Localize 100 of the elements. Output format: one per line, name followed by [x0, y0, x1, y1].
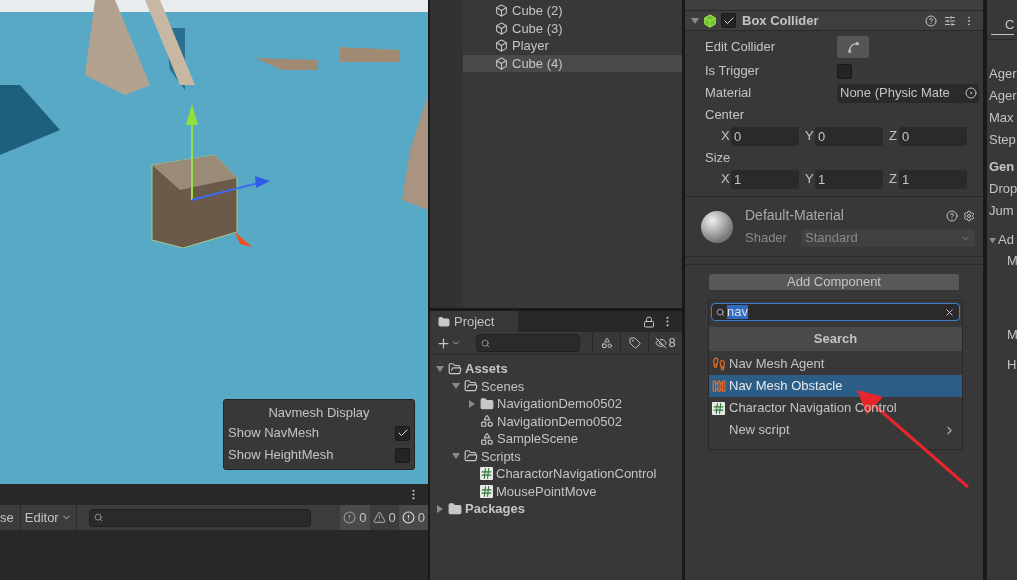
- component-option[interactable]: Nav Mesh Obstacle: [709, 375, 962, 397]
- console-counter[interactable]: 0: [340, 505, 370, 530]
- component-header[interactable]: Box Collider: [685, 11, 983, 31]
- settings-icon[interactable]: [963, 209, 975, 222]
- scene-icon: [480, 414, 494, 429]
- cube-icon: [495, 56, 508, 70]
- component-option[interactable]: Nav Mesh Agent: [709, 353, 962, 375]
- material-name: Default-Material: [745, 206, 844, 226]
- asset-label[interactable]: Scenes: [481, 376, 525, 396]
- expanded-arrow-icon[interactable]: [452, 382, 460, 391]
- asset-label[interactable]: NavigationDemo0502: [497, 411, 623, 431]
- checkbox[interactable]: [721, 13, 736, 28]
- cube-icon: [495, 39, 508, 53]
- field-label: Edit Collider: [705, 38, 777, 57]
- cube-icon: [495, 4, 508, 18]
- folder-icon: [464, 379, 478, 394]
- asset-label[interactable]: SampleScene: [497, 429, 578, 449]
- barrier-icon: [712, 379, 726, 393]
- search-field[interactable]: [88, 508, 311, 527]
- help-icon[interactable]: [946, 209, 958, 222]
- add-component-button[interactable]: Add Component: [709, 274, 959, 290]
- field-label: Center: [705, 105, 746, 124]
- expanded-arrow-icon[interactable]: [452, 452, 460, 461]
- axis-label: X: [721, 170, 729, 189]
- material-sphere-preview: [701, 210, 733, 243]
- cube-icon: [703, 13, 717, 28]
- script-icon: [480, 467, 493, 481]
- asset-label[interactable]: Scripts: [481, 446, 521, 466]
- option-label: Show HeightMesh: [228, 446, 334, 465]
- field-label: Is Trigger: [705, 62, 761, 81]
- console-counter[interactable]: 0: [398, 505, 428, 530]
- script-icon: [712, 401, 725, 415]
- collider-edit-icon: [846, 40, 860, 54]
- tag-icon: [628, 337, 641, 349]
- number-field[interactable]: 1: [899, 169, 967, 189]
- search-icon: [481, 338, 490, 348]
- field-label: M: [1006, 252, 1017, 270]
- help-icon[interactable]: [925, 14, 937, 27]
- shader-label: Shader: [745, 229, 788, 248]
- section-header: Gen: [989, 158, 1016, 176]
- axis-label: Z: [889, 127, 897, 146]
- plus-icon: [436, 335, 451, 351]
- collapsed-arrow-icon[interactable]: [468, 399, 476, 408]
- field-label: Ager: [989, 87, 1017, 105]
- field-label: Material: [705, 84, 753, 103]
- number-field[interactable]: 1: [815, 169, 883, 189]
- asset-label[interactable]: NavigationDemo0502: [497, 394, 623, 414]
- edit-collider-button[interactable]: [837, 36, 869, 58]
- number-field[interactable]: 1: [731, 169, 799, 189]
- asset-label[interactable]: Assets: [465, 359, 508, 379]
- check-icon: [396, 427, 409, 439]
- expanded-arrow-icon[interactable]: [691, 16, 699, 25]
- hierarchy-item[interactable]: Cube (4): [463, 54, 682, 72]
- hidden-packages-button[interactable]: 8: [648, 332, 682, 354]
- hierarchy-item[interactable]: Player: [463, 37, 682, 55]
- component-title: Box Collider: [742, 11, 819, 30]
- shapes-icon: [600, 337, 613, 349]
- number-field[interactable]: 0: [899, 126, 967, 146]
- asset-label[interactable]: Packages: [465, 499, 525, 519]
- object-picker-icon[interactable]: [965, 87, 977, 99]
- asset-label[interactable]: CharactorNavigationControl: [496, 464, 657, 484]
- clear-icon[interactable]: [944, 306, 955, 318]
- field-label: H: [1006, 356, 1017, 374]
- preset-icon[interactable]: [944, 14, 956, 27]
- axis-label: Y: [805, 127, 813, 146]
- asset-label[interactable]: MousePointMove: [496, 481, 597, 501]
- axis-label: X: [721, 127, 729, 146]
- hierarchy-item[interactable]: Cube (2): [463, 2, 682, 20]
- folder-icon: [438, 315, 450, 328]
- field-label: Jum: [989, 202, 1015, 220]
- tab-label[interactable]: C: [991, 14, 1015, 35]
- lock-icon[interactable]: [643, 315, 655, 328]
- expanded-arrow-icon[interactable]: [989, 236, 996, 244]
- search-icon: [93, 513, 103, 522]
- number-field[interactable]: 0: [731, 126, 799, 146]
- checkbox[interactable]: [395, 425, 410, 441]
- search-field[interactable]: nav: [711, 303, 960, 321]
- panel-title: Navmesh Display: [267, 404, 371, 422]
- warning-icon: [372, 511, 386, 524]
- foldout-label[interactable]: Ad: [989, 229, 1017, 251]
- component-option[interactable]: New script: [709, 419, 962, 441]
- object-field[interactable]: None (Physic Mate: [837, 83, 979, 103]
- field-label: Ager: [989, 65, 1017, 83]
- option-label: Show NavMesh: [228, 424, 320, 443]
- number-field[interactable]: 0: [815, 126, 883, 146]
- checkbox[interactable]: [837, 63, 852, 79]
- field-label: Size: [705, 148, 732, 167]
- eye-off-icon: [655, 337, 668, 349]
- field-label: Step: [989, 131, 1017, 149]
- search-field[interactable]: [476, 334, 580, 352]
- collapsed-arrow-icon[interactable]: [436, 504, 444, 513]
- folder-icon: [464, 449, 478, 464]
- search-icon: [716, 307, 725, 317]
- info-icon: [343, 511, 357, 524]
- folder-icon: [448, 501, 462, 516]
- scene-icon: [480, 431, 494, 446]
- expanded-arrow-icon[interactable]: [436, 364, 444, 373]
- project-tab[interactable]: Project: [430, 311, 518, 332]
- hierarchy-item[interactable]: Cube (3): [463, 19, 682, 37]
- checkbox[interactable]: [395, 447, 410, 463]
